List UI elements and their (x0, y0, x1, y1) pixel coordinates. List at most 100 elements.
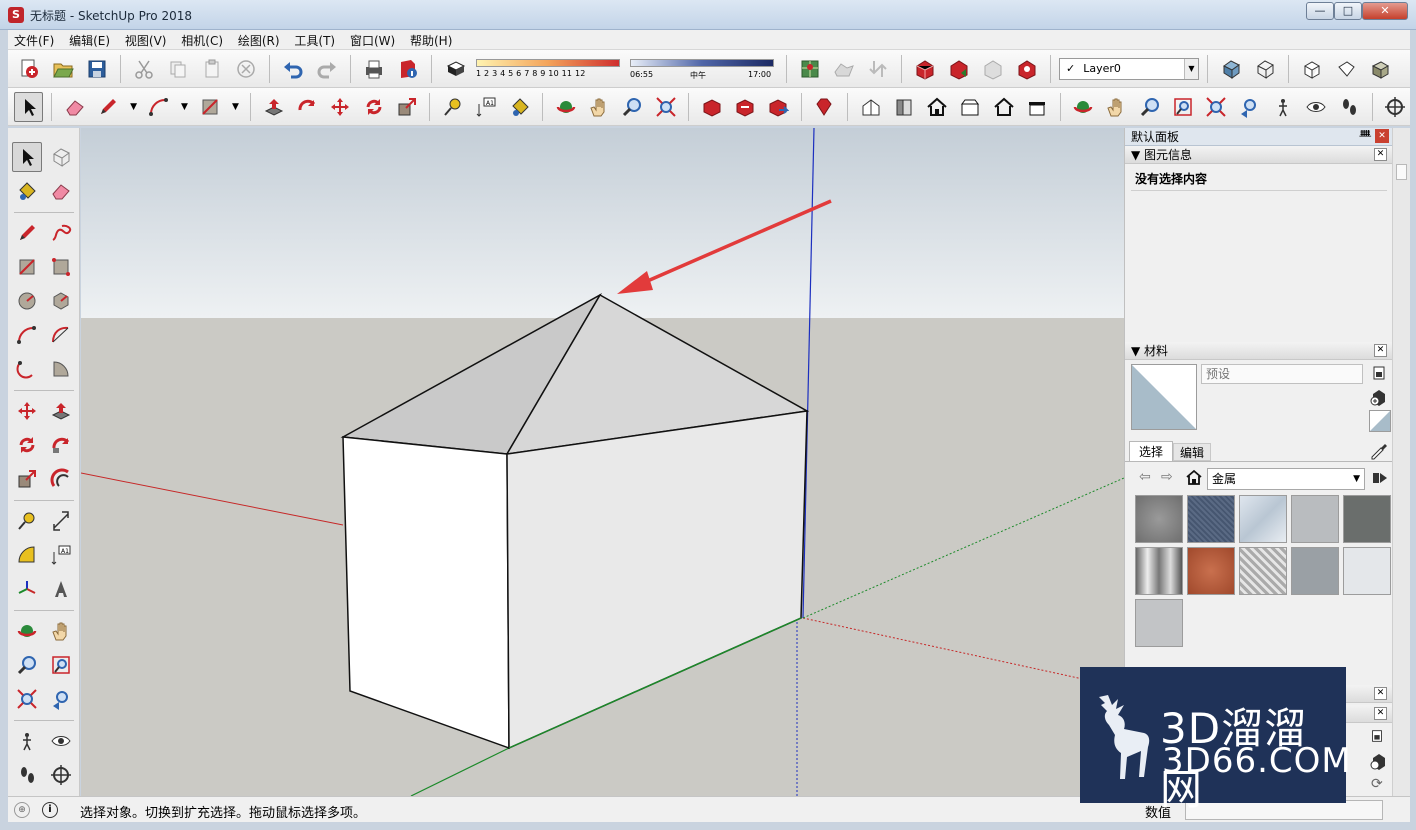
zoom-window-tool-button[interactable] (1168, 92, 1197, 122)
forward-arrow-icon[interactable]: ⇨ (1161, 469, 1173, 485)
copy-button[interactable] (163, 54, 193, 84)
create-material-icon[interactable] (1369, 388, 1389, 406)
left-zoom-tool[interactable] (12, 650, 42, 680)
entity-info-header[interactable]: ▼ 图元信息 ✕ (1125, 146, 1393, 164)
left-zoom-extents-tool[interactable] (12, 684, 42, 714)
erase-selection-button[interactable] (231, 54, 261, 84)
left-freehand-tool[interactable] (46, 218, 76, 248)
panel-close-icon[interactable]: ✕ (1374, 687, 1387, 700)
dimension-tool-button[interactable]: A1 (472, 92, 501, 122)
view-top-button[interactable] (1331, 54, 1361, 84)
menu-help[interactable]: 帮助(H) (404, 30, 457, 49)
zoom-tool-button[interactable] (618, 92, 647, 122)
warehouse-get-models-button[interactable] (697, 92, 726, 122)
left-look-around-tool[interactable] (46, 726, 76, 756)
arc-tool-button[interactable] (144, 92, 173, 122)
previous-view-button[interactable] (1235, 92, 1264, 122)
menu-tools[interactable]: 工具(T) (288, 30, 340, 49)
panel-close-icon[interactable]: ✕ (1374, 707, 1387, 720)
menu-window[interactable]: 窗口(W) (344, 30, 400, 49)
eraser-tool-button[interactable] (60, 92, 89, 122)
left-previous-view-tool[interactable] (46, 684, 76, 714)
print-button[interactable] (359, 54, 389, 84)
back-arrow-icon[interactable]: ⇦ (1139, 469, 1151, 485)
model-info-button[interactable] (393, 54, 423, 84)
view-left-house-button[interactable] (1022, 92, 1051, 122)
left-3point-arc-tool[interactable] (12, 354, 42, 384)
zoom-extents-tool-button[interactable] (651, 92, 680, 122)
view-side-house-button[interactable] (889, 92, 918, 122)
left-arc-tool[interactable] (12, 320, 42, 350)
warehouse-share-model-button[interactable] (730, 92, 759, 122)
material-swatch-2[interactable] (1187, 495, 1235, 543)
sample-paint-icon[interactable] (1369, 410, 1391, 432)
section-plane-button[interactable] (1381, 92, 1410, 122)
left-push-pull-tool[interactable] (46, 396, 76, 426)
left-line-tool[interactable] (12, 218, 42, 248)
orbit-tool-button-2[interactable] (1069, 92, 1098, 122)
select-tool-button[interactable] (14, 91, 44, 122)
move-tool-button[interactable] (326, 92, 355, 122)
eyedropper-icon[interactable] (1369, 440, 1389, 460)
left-eraser-tool[interactable] (46, 176, 76, 206)
material-swatch-1[interactable] (1135, 495, 1183, 543)
menu-draw[interactable]: 绘图(R) (232, 30, 285, 49)
share-model-button[interactable] (944, 54, 974, 84)
shadows-toggle-button[interactable] (440, 54, 470, 84)
left-circle-tool[interactable] (12, 286, 42, 316)
tab-edit[interactable]: 编辑 (1173, 443, 1211, 461)
new-file-button[interactable] (14, 54, 44, 84)
menu-camera[interactable]: 相机(C) (175, 30, 228, 49)
left-polygon-tool[interactable] (46, 286, 76, 316)
style-wireframe-button[interactable] (1250, 54, 1280, 84)
open-file-button[interactable] (48, 54, 78, 84)
left-rotate-tool[interactable] (12, 430, 42, 460)
style-xray-button[interactable] (1216, 54, 1246, 84)
maximize-button[interactable]: □ (1334, 2, 1362, 20)
view-back-house-button[interactable] (989, 92, 1018, 122)
minimize-button[interactable]: — (1306, 2, 1334, 20)
menu-edit[interactable]: 编辑(E) (63, 30, 115, 49)
orbit-tool-button[interactable] (551, 92, 580, 122)
left-tape-measure-tool[interactable] (12, 506, 42, 536)
left-scale-tool[interactable] (12, 464, 42, 494)
scale-tool-button[interactable] (392, 92, 421, 122)
menu-view[interactable]: 视图(V) (119, 30, 172, 49)
left-rectangle-tool[interactable] (12, 252, 42, 282)
pan-tool-button[interactable] (584, 92, 613, 122)
position-camera-button[interactable] (1268, 92, 1297, 122)
display-secondary-icon[interactable] (1371, 364, 1387, 382)
tape-measure-tool-button[interactable] (438, 92, 467, 122)
redo-button[interactable] (312, 54, 342, 84)
materials-close-icon[interactable]: ✕ (1374, 344, 1387, 357)
3d-warehouse-button[interactable] (910, 54, 940, 84)
shadow-date-slider[interactable]: 1 2 3 4 5 6 7 8 9 10 11 12 (474, 55, 624, 83)
line-tool-button[interactable] (94, 92, 123, 122)
zoom-extents-tool-button-2[interactable] (1202, 92, 1231, 122)
material-swatch-3[interactable] (1239, 495, 1287, 543)
left-3d-text-tool[interactable] (46, 574, 76, 604)
left-position-camera-tool[interactable] (12, 726, 42, 756)
cut-button[interactable] (129, 54, 159, 84)
look-around-button[interactable] (1301, 92, 1330, 122)
paste-button[interactable] (197, 54, 227, 84)
material-swatch-9[interactable] (1291, 547, 1339, 595)
save-button[interactable] (82, 54, 112, 84)
tab-select[interactable]: 选择 (1129, 441, 1173, 461)
push-pull-tool-button[interactable] (259, 92, 288, 122)
view-shaded-button[interactable] (1365, 54, 1395, 84)
share-component-button[interactable] (978, 54, 1008, 84)
view-iso-button[interactable] (1297, 54, 1327, 84)
geo-location-status-icon[interactable]: ⊕ (14, 802, 30, 818)
view-front-house-button[interactable] (923, 92, 952, 122)
terrain-button[interactable] (829, 54, 859, 84)
left-pie-tool[interactable] (46, 354, 76, 384)
left-offset-tool[interactable] (46, 464, 76, 494)
chevron-down-icon[interactable]: ▼ (1184, 58, 1198, 79)
extension-warehouse-button[interactable] (1012, 54, 1042, 84)
sketchup-app-icon[interactable]: S (8, 7, 24, 23)
material-swatch-11[interactable] (1135, 599, 1183, 647)
display-secondary-icon-2[interactable] (1369, 728, 1387, 744)
left-dimension-tool[interactable] (46, 506, 76, 536)
left-protractor-tool[interactable] (12, 540, 42, 570)
